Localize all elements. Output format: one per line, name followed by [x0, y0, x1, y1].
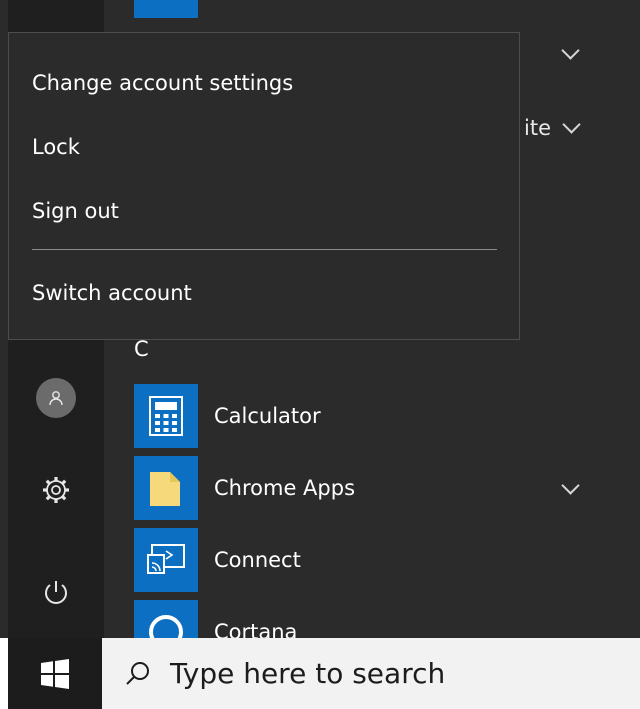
user-avatar-icon — [36, 378, 76, 418]
user-account-button[interactable] — [8, 366, 104, 430]
section-letter-c[interactable]: C — [134, 337, 149, 361]
app-tile-partial — [134, 0, 198, 18]
settings-button[interactable] — [8, 458, 104, 522]
chevron-down-icon[interactable] — [562, 115, 581, 134]
start-menu: ite C Calculator Chrome Apps Connect Cor… — [0, 0, 640, 638]
chevron-down-icon[interactable] — [561, 41, 580, 60]
cortana-icon — [134, 600, 198, 638]
group-header-label[interactable]: ite — [524, 116, 551, 140]
folder-icon — [134, 456, 198, 520]
app-label: Chrome Apps — [214, 476, 356, 500]
menu-divider — [32, 249, 497, 250]
app-label: Cortana — [214, 620, 298, 638]
power-icon — [45, 581, 67, 604]
taskbar: Type here to search — [0, 638, 640, 709]
start-button[interactable] — [8, 638, 102, 709]
app-label: Calculator — [214, 404, 321, 428]
settings-gear-icon — [43, 477, 69, 503]
app-label: Connect — [214, 548, 301, 572]
search-icon — [124, 660, 152, 688]
connect-icon — [134, 528, 198, 592]
app-item-calculator[interactable]: Calculator — [134, 384, 614, 448]
account-context-menu: Change account settings Lock Sign out Sw… — [8, 32, 520, 340]
app-item-chrome-apps[interactable]: Chrome Apps — [134, 456, 614, 520]
calculator-icon — [134, 384, 198, 448]
windows-logo-icon — [41, 658, 69, 689]
menu-item-lock[interactable]: Lock — [9, 119, 519, 175]
power-button[interactable] — [8, 560, 104, 624]
app-item-connect[interactable]: Connect — [134, 528, 614, 592]
menu-item-switch-account[interactable]: Switch account — [9, 265, 519, 321]
app-item-cortana[interactable]: Cortana — [134, 600, 614, 638]
menu-item-change-account-settings[interactable]: Change account settings — [9, 55, 519, 111]
menu-item-sign-out[interactable]: Sign out — [9, 183, 519, 239]
search-placeholder: Type here to search — [170, 657, 446, 690]
search-box[interactable]: Type here to search — [102, 638, 640, 709]
